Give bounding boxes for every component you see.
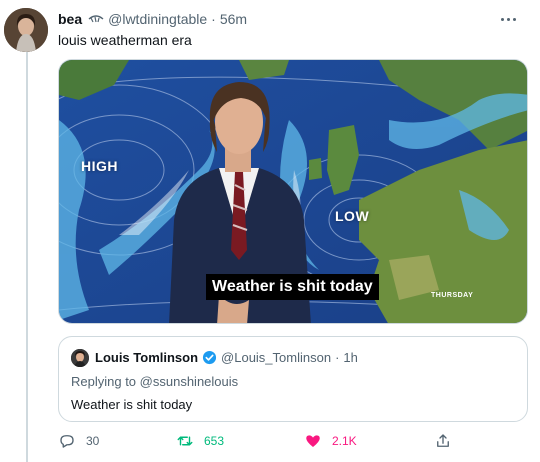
avatar[interactable] [4, 8, 48, 52]
like-button[interactable]: 2.1K [304, 432, 357, 450]
quoted-avatar[interactable] [71, 349, 89, 367]
replying-to-prefix: Replying to [71, 374, 137, 389]
reply-button[interactable]: 30 [58, 432, 99, 450]
replying-to-mention[interactable]: @ssunshinelouis [140, 374, 238, 389]
reply-count: 30 [86, 434, 100, 448]
handle[interactable]: @lwtdiningtable [108, 11, 207, 27]
replying-to: Replying to @ssunshinelouis [71, 374, 238, 389]
tweet-header: bea @lwtdiningtable · 56m [58, 9, 520, 29]
quoted-tweet[interactable]: Louis Tomlinson @Louis_Tomlinson · 1h Re… [58, 336, 528, 422]
action-bar: 30 653 2.1K [58, 430, 528, 454]
quoted-display-name[interactable]: Louis Tomlinson [95, 350, 198, 365]
like-count: 2.1K [332, 434, 357, 448]
retweet-button[interactable]: 653 [176, 432, 224, 450]
thread-connector-line [26, 52, 28, 462]
timestamp[interactable]: 56m [220, 11, 247, 27]
quoted-separator-dot: · [335, 350, 340, 365]
eye-slash-icon [88, 15, 104, 23]
map-high-label: HIGH [81, 158, 118, 174]
quoted-timestamp[interactable]: 1h [343, 350, 357, 365]
map-low-label: LOW [335, 208, 370, 224]
verified-badge-icon [202, 350, 217, 365]
retweet-icon [177, 436, 193, 446]
retweet-count: 653 [204, 434, 225, 448]
quoted-text: Weather is shit today [71, 397, 193, 412]
share-icon [437, 434, 449, 447]
quoted-handle[interactable]: @Louis_Tomlinson [221, 350, 331, 365]
separator-dot: · [211, 11, 216, 27]
tweet-text: louis weatherman era [58, 32, 192, 48]
heart-icon [306, 435, 320, 447]
video-caption: Weather is shit today [206, 274, 379, 300]
share-button[interactable] [434, 432, 452, 450]
more-horizontal-icon[interactable] [498, 11, 518, 27]
reply-icon [60, 435, 74, 448]
map-day-label: THURSDAY [431, 292, 474, 299]
tweet-video[interactable]: HIGH LOW THURSDAY Weather is shit today [58, 59, 528, 324]
display-name[interactable]: bea [58, 11, 82, 27]
quoted-header: Louis Tomlinson @Louis_Tomlinson · 1h [95, 350, 358, 365]
